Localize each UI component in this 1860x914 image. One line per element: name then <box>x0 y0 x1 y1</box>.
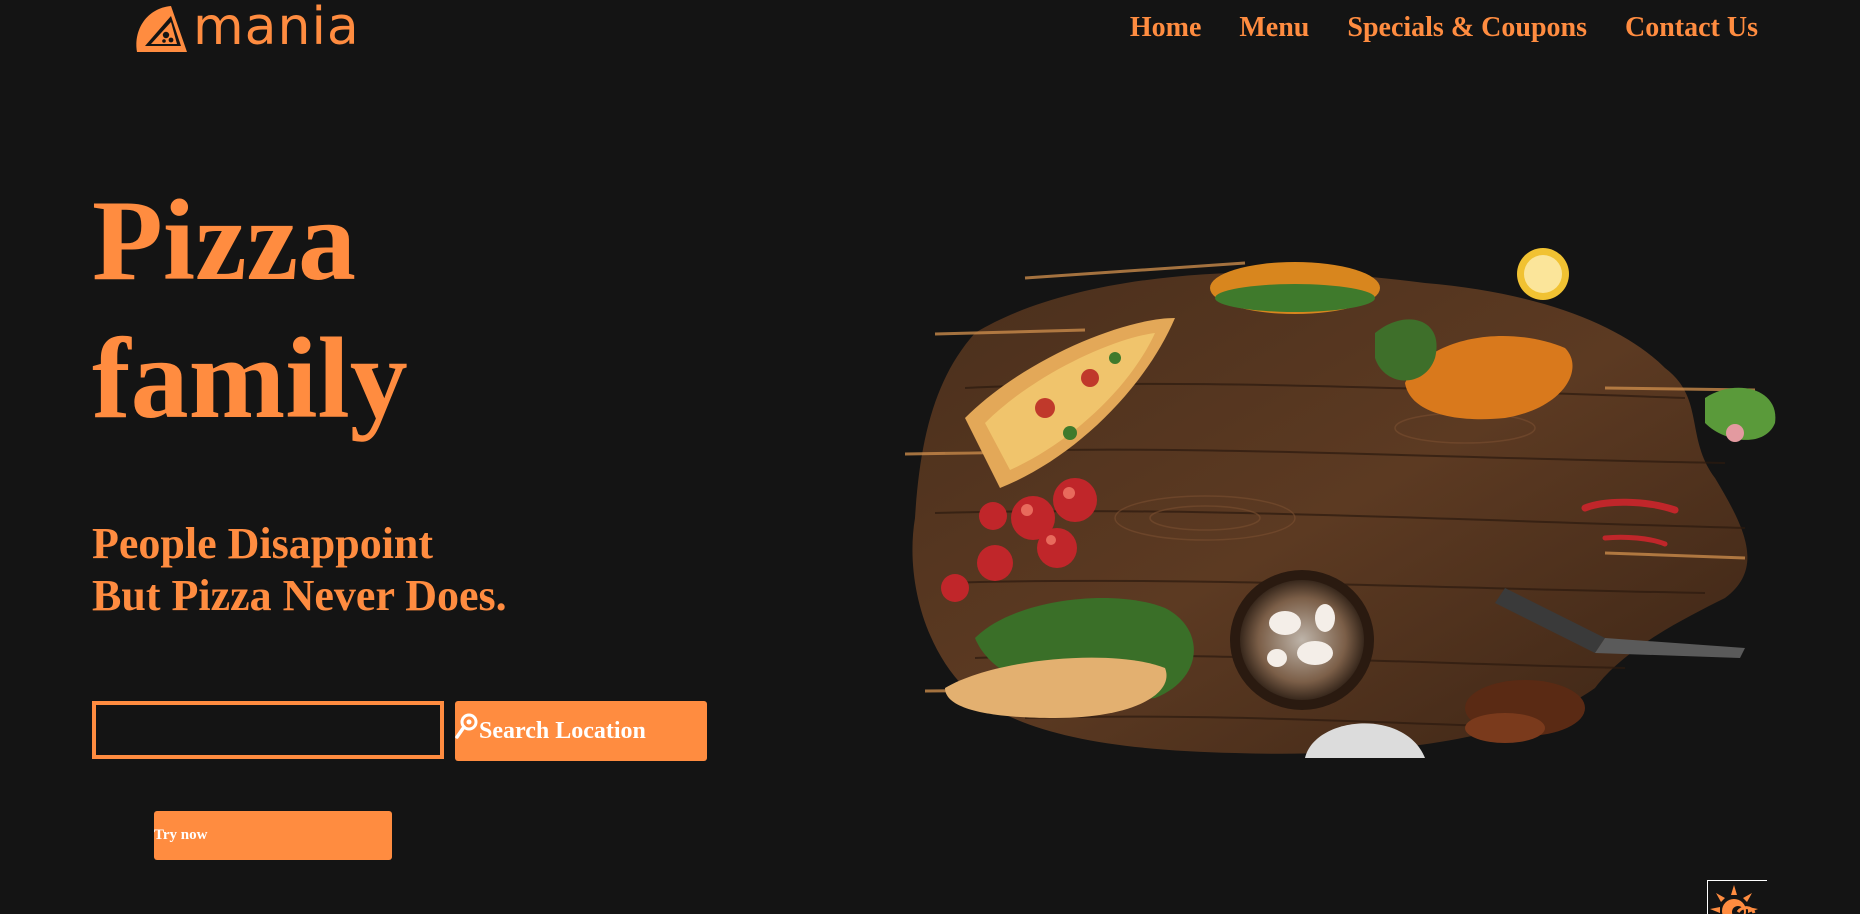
food-on-wooden-board-image <box>905 248 1776 758</box>
pizza-slice-icon <box>136 6 187 52</box>
nav-specials-coupons[interactable]: Specials & Coupons <box>1347 8 1587 48</box>
hero-title: Pizza family <box>92 172 408 448</box>
location-pin-icon <box>455 713 478 739</box>
sun-icon <box>1710 885 1758 914</box>
hero-title-line-1: Pizza <box>92 177 357 305</box>
location-search-input[interactable] <box>92 701 444 759</box>
corner-widget[interactable] <box>1707 880 1767 914</box>
search-location-label: Search Location <box>479 717 646 744</box>
search-location-button[interactable]: Search Location <box>455 701 707 761</box>
tagline-line-2: But Pizza Never Does. <box>92 571 507 620</box>
tagline: People Disappoint But Pizza Never Does. <box>92 518 507 622</box>
main-nav: Home Menu Specials & Coupons Contact Us <box>1130 8 1758 48</box>
nav-contact-us[interactable]: Contact Us <box>1625 8 1758 48</box>
logo-text: mania <box>193 0 360 57</box>
nav-home[interactable]: Home <box>1130 8 1202 48</box>
try-now-button[interactable]: Try now <box>154 811 392 860</box>
nav-menu[interactable]: Menu <box>1239 8 1309 48</box>
tagline-line-1: People Disappoint <box>92 519 434 568</box>
logo[interactable]: mania <box>131 0 360 60</box>
hero-title-line-2: family <box>92 315 408 443</box>
